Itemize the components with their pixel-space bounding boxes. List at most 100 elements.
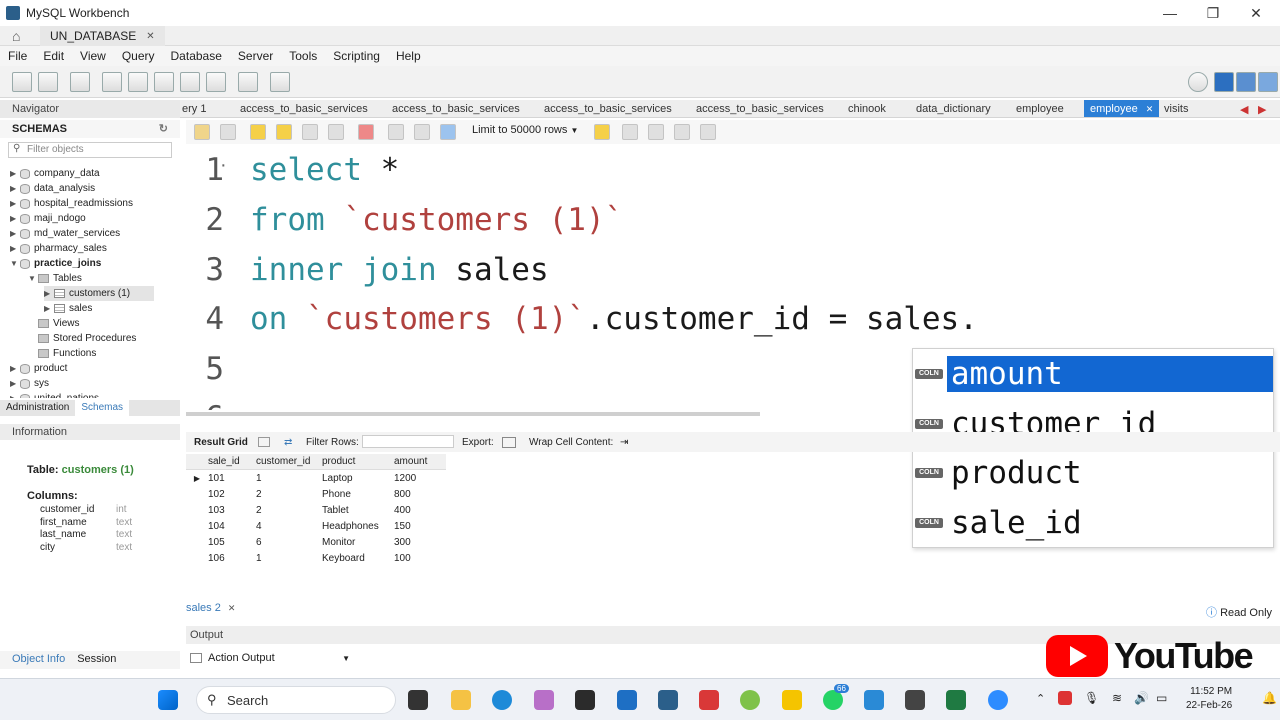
task-view-icon[interactable] bbox=[408, 690, 428, 710]
tree-item-hospital-readmissions[interactable]: ▶ hospital_readmissions bbox=[10, 196, 133, 211]
cell[interactable]: Monitor bbox=[322, 537, 394, 548]
new-sql-tab-icon[interactable] bbox=[12, 72, 32, 92]
expand-arrow-icon[interactable]: ▶ bbox=[10, 169, 20, 178]
column-header[interactable]: amount bbox=[394, 456, 446, 467]
table-row[interactable]: 104 4 Headphones 150 bbox=[186, 518, 446, 534]
expand-arrow-icon[interactable]: ▶ bbox=[10, 229, 20, 238]
collapse-arrow-icon[interactable]: ▼ bbox=[10, 259, 20, 268]
collapse-arrow-icon[interactable]: ▼ bbox=[28, 274, 38, 283]
execute-icon[interactable] bbox=[250, 124, 266, 140]
taskbar-search[interactable]: ⚲ Search bbox=[196, 686, 396, 714]
mysql-workbench-taskbar-icon[interactable] bbox=[658, 690, 678, 710]
cell[interactable]: 300 bbox=[394, 537, 446, 548]
tree-item-functions[interactable]: Functions bbox=[38, 346, 96, 361]
stop-icon[interactable] bbox=[328, 124, 344, 140]
tree-item-sys[interactable]: ▶ sys bbox=[10, 376, 49, 391]
invisible-chars-icon[interactable] bbox=[674, 124, 690, 140]
menu-server[interactable]: Server bbox=[230, 49, 281, 63]
save-icon[interactable] bbox=[220, 124, 236, 140]
minimize-button[interactable]: — bbox=[1148, 0, 1192, 26]
query-tab[interactable]: employee bbox=[1016, 100, 1064, 117]
tab-scroll-right-icon[interactable]: ▶ bbox=[1258, 100, 1266, 117]
open-sql-script-icon[interactable] bbox=[38, 72, 58, 92]
tab-object-info[interactable]: Object Info bbox=[12, 653, 65, 667]
settings-gear-icon[interactable] bbox=[1188, 72, 1208, 92]
menu-database[interactable]: Database bbox=[163, 49, 230, 63]
expand-arrow-icon[interactable]: ▶ bbox=[10, 244, 20, 253]
autocomplete-item-sale-id[interactable]: COLN sale_id bbox=[913, 500, 1273, 546]
connection-tab-close-icon[interactable]: ✕ bbox=[146, 31, 154, 42]
zoom-icon[interactable] bbox=[988, 690, 1008, 710]
expand-arrow-icon[interactable]: ▶ bbox=[44, 289, 54, 298]
snipping-tool-icon[interactable] bbox=[905, 690, 925, 710]
notifications-bell-icon[interactable]: 🔔 bbox=[1262, 691, 1277, 705]
tree-item-united-nations[interactable]: ▶ united_nations bbox=[10, 391, 99, 398]
query-tab-active[interactable]: employee ✕ bbox=[1084, 100, 1160, 117]
cell[interactable]: 106 bbox=[208, 553, 256, 564]
tree-item-product[interactable]: ▶ product bbox=[10, 361, 67, 376]
add-bookmark-icon[interactable] bbox=[594, 124, 610, 140]
result-grid-tab[interactable]: Result Grid bbox=[194, 437, 248, 448]
expand-arrow-icon[interactable]: ▶ bbox=[10, 184, 20, 193]
menu-view[interactable]: View bbox=[72, 49, 114, 63]
menu-query[interactable]: Query bbox=[114, 49, 163, 63]
refresh-icon[interactable]: ⇄ bbox=[284, 437, 292, 448]
open-file-icon[interactable] bbox=[194, 124, 210, 140]
taskbar-clock[interactable]: 11:52 PM 22-Feb-26 bbox=[1186, 685, 1232, 713]
query-tab[interactable]: chinook bbox=[848, 100, 886, 117]
beautify-icon[interactable] bbox=[622, 124, 638, 140]
cell[interactable]: 6 bbox=[256, 537, 322, 548]
close-window-button[interactable]: ✕ bbox=[1234, 0, 1278, 26]
menu-help[interactable]: Help bbox=[388, 49, 429, 63]
edge-browser-icon[interactable] bbox=[492, 690, 512, 710]
restore-button[interactable]: ❐ bbox=[1191, 0, 1235, 26]
cell[interactable]: 2 bbox=[256, 489, 322, 500]
power-bi-icon[interactable] bbox=[782, 690, 802, 710]
table-row[interactable]: 102 2 Phone 800 bbox=[186, 486, 446, 502]
battery-icon[interactable]: ▭ bbox=[1156, 691, 1167, 705]
table-row[interactable]: 105 6 Monitor 300 bbox=[186, 534, 446, 550]
tree-item-sales[interactable]: ▶ sales bbox=[44, 301, 92, 316]
cell[interactable]: 2 bbox=[256, 505, 322, 516]
menu-file[interactable]: File bbox=[0, 49, 35, 63]
table-row[interactable]: 106 1 Keyboard 100 bbox=[186, 550, 446, 566]
execute-current-icon[interactable] bbox=[276, 124, 292, 140]
query-tab[interactable]: access_to_basic_services bbox=[696, 100, 824, 117]
tree-item-customers-1[interactable]: ▶ customers (1) bbox=[44, 286, 154, 301]
autocomplete-item-product[interactable]: COLN product bbox=[913, 450, 1273, 496]
app-icon[interactable] bbox=[740, 690, 760, 710]
autocomplete-item-amount[interactable]: COLN amount bbox=[913, 351, 1273, 397]
expand-arrow-icon[interactable]: ▶ bbox=[10, 364, 20, 373]
output-type-select[interactable]: Action Output ▼ bbox=[190, 650, 350, 666]
recording-icon[interactable] bbox=[1058, 691, 1072, 705]
limit-rows-select[interactable]: Limit to 50000 rows ▼ bbox=[472, 124, 578, 136]
cell[interactable]: 101 bbox=[208, 473, 256, 484]
search-table-data-icon[interactable] bbox=[238, 72, 258, 92]
cell[interactable]: Tablet bbox=[322, 505, 394, 516]
filter-objects-input[interactable]: ⚲ Filter objects bbox=[8, 142, 172, 158]
excel-icon[interactable] bbox=[946, 690, 966, 710]
toggle-error-icon[interactable] bbox=[358, 124, 374, 140]
connection-tab-un-database[interactable]: UN_DATABASE ✕ bbox=[40, 26, 165, 46]
vscode-icon[interactable] bbox=[864, 690, 884, 710]
query-tab[interactable]: access_to_basic_services bbox=[240, 100, 368, 117]
cell[interactable]: 150 bbox=[394, 521, 446, 532]
inspector-icon[interactable] bbox=[70, 72, 90, 92]
commit-icon[interactable] bbox=[388, 124, 404, 140]
windows-start-icon[interactable] bbox=[158, 690, 178, 710]
cell[interactable]: 102 bbox=[208, 489, 256, 500]
word-icon[interactable] bbox=[617, 690, 637, 710]
create-procedure-icon[interactable] bbox=[180, 72, 200, 92]
tree-item-company-data[interactable]: ▶ company_data bbox=[10, 166, 100, 181]
cell[interactable]: Keyboard bbox=[322, 553, 394, 564]
column-header[interactable]: sale_id bbox=[208, 456, 256, 467]
cell[interactable]: 104 bbox=[208, 521, 256, 532]
tree-item-data-analysis[interactable]: ▶ data_analysis bbox=[10, 181, 95, 196]
cell[interactable]: Headphones bbox=[322, 521, 394, 532]
refresh-schemas-icon[interactable]: ↻ bbox=[159, 122, 168, 135]
wifi-icon[interactable]: ≋ bbox=[1112, 691, 1122, 705]
expand-arrow-icon[interactable]: ▶ bbox=[10, 379, 20, 388]
close-tab-icon[interactable]: ✕ bbox=[1146, 104, 1154, 115]
grid-view-icon[interactable] bbox=[258, 437, 270, 447]
word-wrap-icon[interactable] bbox=[700, 124, 716, 140]
